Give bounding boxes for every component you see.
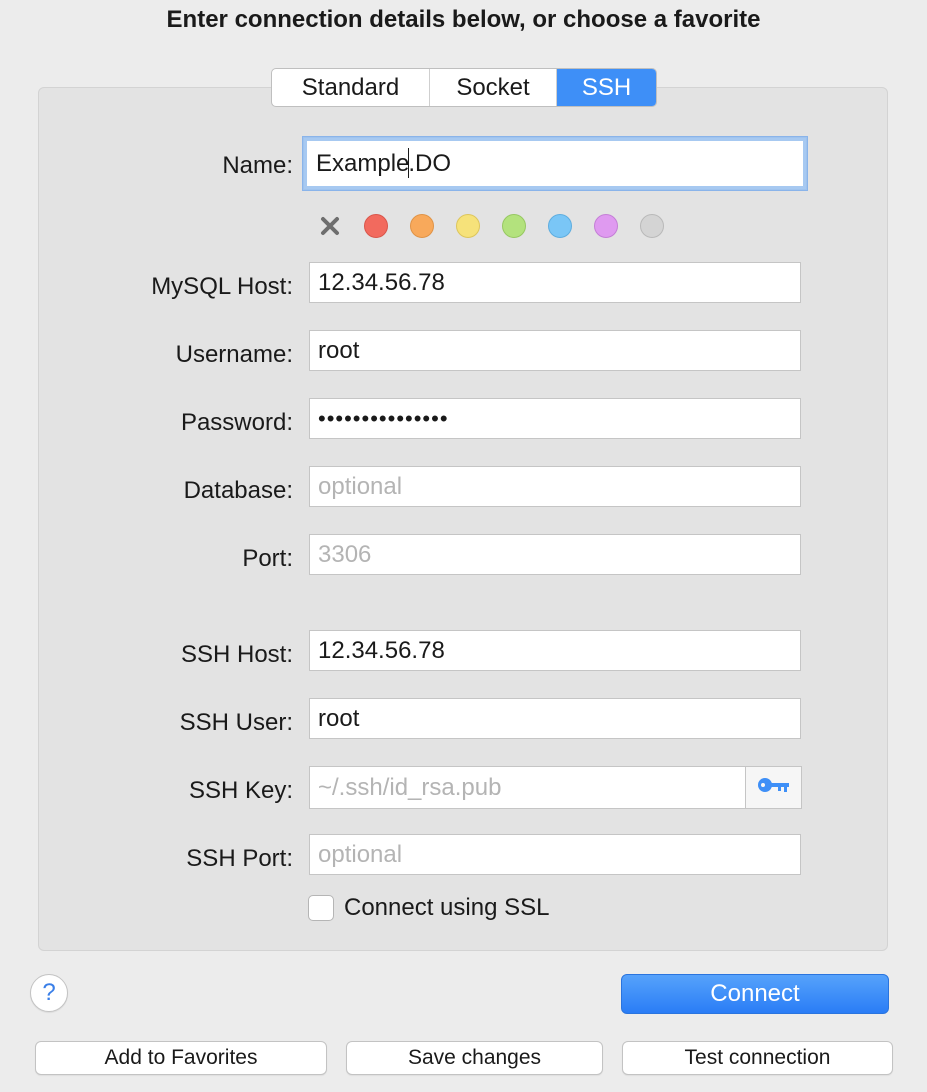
dialog-heading: Enter connection details below, or choos… bbox=[166, 6, 761, 33]
color-swatch-red[interactable] bbox=[364, 214, 388, 238]
port-label: Port: bbox=[242, 545, 293, 572]
color-swatch-green[interactable] bbox=[502, 214, 526, 238]
ssl-option: Connect using SSL bbox=[308, 893, 549, 923]
ssh-key-field[interactable]: ~/.ssh/id_rsa.pub bbox=[309, 766, 746, 809]
choose-ssh-key-button[interactable] bbox=[745, 766, 802, 809]
port-field[interactable]: 3306 bbox=[309, 534, 801, 575]
ssh-host-field[interactable]: 12.34.56.78 bbox=[309, 630, 801, 671]
username-field[interactable]: root bbox=[309, 330, 801, 371]
close-icon[interactable] bbox=[318, 214, 342, 238]
name-field[interactable]: Example.DO bbox=[303, 137, 807, 190]
ssh-port-field[interactable]: optional bbox=[309, 834, 801, 875]
add-to-favorites-button[interactable]: Add to Favorites bbox=[35, 1041, 327, 1075]
database-label: Database: bbox=[183, 477, 293, 504]
ssh-host-label: SSH Host: bbox=[180, 641, 293, 668]
color-tag-picker bbox=[318, 212, 686, 240]
key-icon bbox=[757, 776, 791, 799]
mysql-host-field[interactable]: 12.34.56.78 bbox=[309, 262, 801, 303]
color-swatch-yellow[interactable] bbox=[456, 214, 480, 238]
ssh-port-label: SSH Port: bbox=[186, 845, 293, 872]
test-connection-button[interactable]: Test connection bbox=[622, 1041, 893, 1075]
name-value-before-caret: Example bbox=[316, 150, 410, 177]
ssl-checkbox[interactable] bbox=[308, 895, 334, 921]
ssh-key-label: SSH Key: bbox=[188, 777, 293, 804]
save-changes-button[interactable]: Save changes bbox=[346, 1041, 603, 1075]
tab-ssh[interactable]: SSH bbox=[557, 69, 656, 106]
color-swatch-gray[interactable] bbox=[640, 214, 664, 238]
name-label: Name: bbox=[222, 152, 293, 179]
ssh-user-field[interactable]: root bbox=[309, 698, 801, 739]
ssl-checkbox-label[interactable]: Connect using SSL bbox=[344, 894, 549, 922]
connect-button[interactable]: Connect bbox=[621, 974, 889, 1014]
connection-type-tabs: Standard Socket SSH bbox=[271, 68, 657, 107]
password-field[interactable]: ••••••••••••••• bbox=[309, 398, 801, 439]
password-label: Password: bbox=[180, 409, 293, 436]
name-value-after-caret: .DO bbox=[408, 150, 452, 177]
color-swatch-blue[interactable] bbox=[548, 214, 572, 238]
username-label: Username: bbox=[175, 341, 293, 368]
ssh-user-label: SSH User: bbox=[179, 709, 293, 736]
tab-standard[interactable]: Standard bbox=[272, 69, 430, 106]
mysql-host-label: MySQL Host: bbox=[151, 273, 293, 300]
database-field[interactable]: optional bbox=[309, 466, 801, 507]
color-swatch-orange[interactable] bbox=[410, 214, 434, 238]
text-caret bbox=[408, 147, 410, 178]
tab-socket[interactable]: Socket bbox=[430, 69, 557, 106]
color-swatch-purple[interactable] bbox=[594, 214, 618, 238]
help-button[interactable]: ? bbox=[30, 974, 68, 1012]
